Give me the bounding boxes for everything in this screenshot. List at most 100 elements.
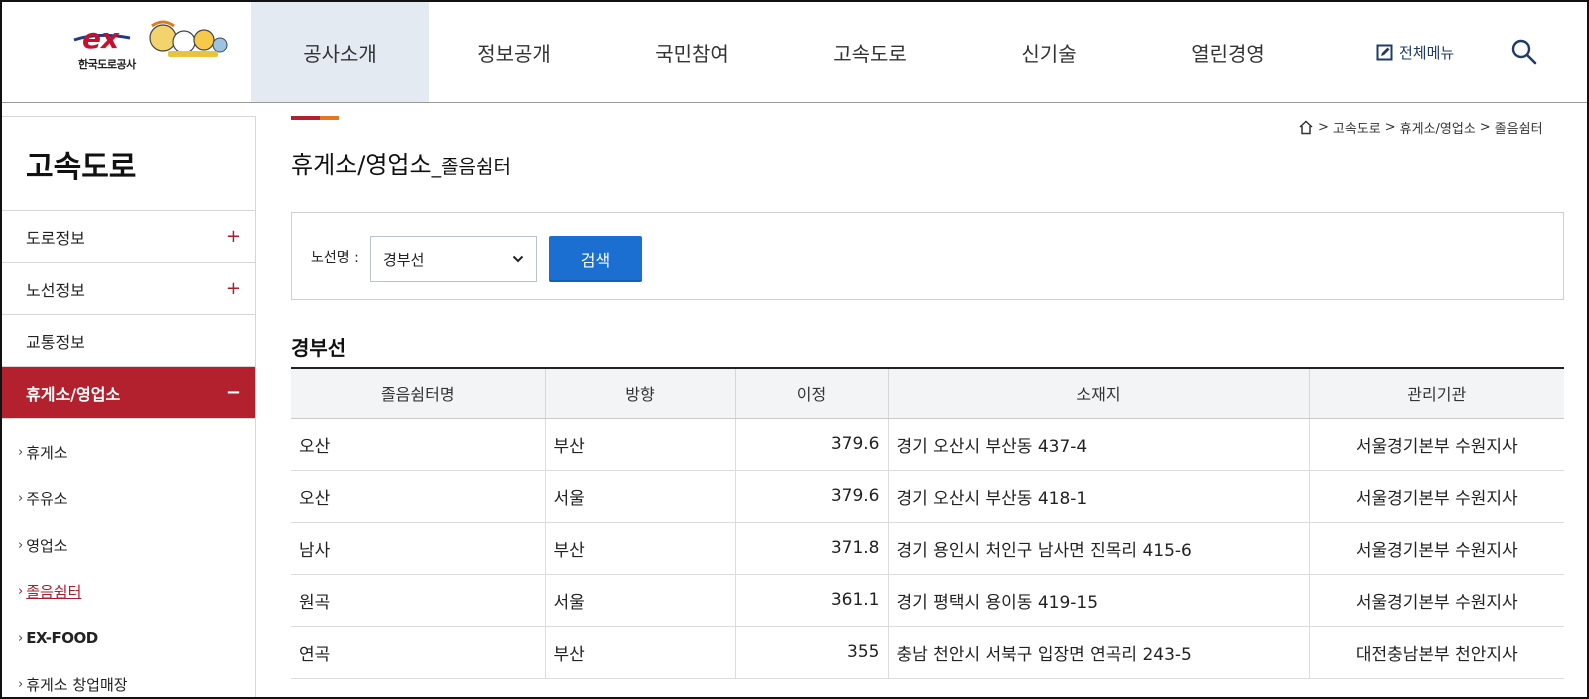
chevron-right-icon: › [18,584,24,600]
cell-name: 남사 [291,522,546,575]
nav-item-new-tech[interactable]: 신기술 [955,2,1143,102]
nav-item-open-management[interactable]: 열린경영 [1143,2,1313,102]
submenu-item-label: 휴게소 창업매장 [26,676,128,695]
submenu-item-label: 영업소 [26,536,68,555]
nav-item-disclosure[interactable]: 정보공개 [429,2,599,102]
cell-direction: 부산 [545,522,736,575]
svg-text:ex: ex [82,22,120,55]
main-nav: 공사소개 정보공개 국민참여 고속도로 신기술 열린경영 [251,2,1313,102]
ex-logo-icon: ex [73,20,228,57]
chevron-right-icon: › [18,444,24,460]
sidebar-title: 고속도로 [2,117,255,211]
breadcrumb-item[interactable]: 고속도로 [1333,118,1381,137]
table-row: 오산 서울 379.6 경기 오산시 부산동 418-1 서울경기본부 수원지사 [291,470,1564,523]
submenu-item-label: 주유소 [26,490,68,509]
cell-address: 경기 용인시 처인구 남사면 진목리 415-6 [888,522,1310,575]
chevron-right-icon: › [18,677,24,693]
site-header: ex 한국도로공사 공사소개 정보공개 국민참여 고속도로 신기술 열린경영 전… [2,2,1587,103]
cell-direction: 서울 [545,574,736,627]
all-menu-button[interactable]: 전체메뉴 [1376,42,1454,63]
cell-agency: 대전충남본부 천안지사 [1309,626,1564,679]
sidebar-item-road-info[interactable]: 도로정보 + [2,211,255,263]
page-title: 휴게소/영업소_졸음쉼터 [291,145,511,180]
column-header: 방향 [545,368,736,419]
cell-name: 오산 [291,470,546,523]
section-title: 경부선 [291,336,347,360]
collapse-minus-icon[interactable]: − [226,382,241,403]
route-select-value: 경부선 [383,250,425,269]
submenu-item-ex-food[interactable]: › EX-FOOD [2,615,255,662]
cell-name: 연곡 [291,626,546,679]
cell-address: 경기 오산시 부산동 418-1 [888,470,1310,523]
submenu-item-startup-store[interactable]: › 휴게소 창업매장 [2,662,255,698]
nav-item-expressway[interactable]: 고속도로 [785,2,955,102]
cell-distance: 361.1 [735,574,889,627]
table-row: 남사 부산 371.8 경기 용인시 처인구 남사면 진목리 415-6 서울경… [291,522,1564,575]
sidebar-item-label: 교통정보 [26,332,85,352]
submenu-item-label: 휴게소 [26,443,68,462]
expand-plus-icon[interactable]: + [226,278,241,299]
sidebar-item-label: 휴게소/영업소 [26,384,121,404]
home-icon[interactable] [1298,120,1314,135]
cell-distance: 355 [735,626,889,679]
table-header-row: 졸음쉼터명 방향 이정 소재지 관리기관 [291,368,1564,419]
sidebar-item-label: 노선정보 [26,280,85,300]
sidebar-item-label: 도로정보 [26,228,85,248]
sidebar-item-traffic-info[interactable]: 교통정보 [2,315,255,367]
breadcrumb: > 고속도로 > 휴게소/영업소 > 졸음쉼터 [1298,118,1543,137]
breadcrumb-item[interactable]: 휴게소/영업소 [1400,118,1476,137]
cell-agency: 서울경기본부 수원지사 [1309,574,1564,627]
cell-agency: 서울경기본부 수원지사 [1309,522,1564,575]
sidebar-menu: 도로정보 + 노선정보 + 교통정보 휴게소/영업소 − [2,211,255,419]
column-header: 졸음쉼터명 [291,368,546,419]
cell-agency: 서울경기본부 수원지사 [1309,470,1564,523]
breadcrumb-separator: > [1318,120,1329,135]
cell-name: 원곡 [291,574,546,627]
sidebar-item-route-info[interactable]: 노선정보 + [2,263,255,315]
submenu-item-rest-stop[interactable]: › 휴게소 [2,429,255,476]
cell-name: 오산 [291,418,546,471]
breadcrumb-item-current[interactable]: 졸음쉼터 [1495,118,1543,137]
cell-distance: 379.6 [735,470,889,523]
breadcrumb-separator: > [1479,120,1491,135]
search-icon [1511,39,1537,65]
chevron-right-icon: › [18,491,24,507]
site-logo[interactable]: ex 한국도로공사 [68,18,232,78]
search-submit-button[interactable]: 검색 [549,236,642,282]
column-header: 관리기관 [1309,368,1564,419]
page-frame: ex 한국도로공사 공사소개 정보공개 국민참여 고속도로 신기술 열린경영 전… [0,0,1589,699]
table-row: 오산 부산 379.6 경기 오산시 부산동 437-4 서울경기본부 수원지사 [291,418,1564,471]
chevron-right-icon: › [18,537,24,553]
column-header: 이정 [735,368,889,419]
search-button[interactable] [1510,38,1538,66]
sidebar: 고속도로 도로정보 + 노선정보 + 교통정보 휴게소/영업소 − › 휴게소 [2,116,256,698]
submenu-item-label: EX-FOOD [26,629,98,648]
table-row: 연곡 부산 355 충남 천안시 서북구 입장면 연곡리 243-5 대전충남본… [291,626,1564,679]
chevron-right-icon: › [18,630,24,646]
column-header: 소재지 [888,368,1310,419]
logo-text: 한국도로공사 [78,58,136,71]
route-select[interactable]: 경부선 [370,236,537,282]
submenu-item-tollgate[interactable]: › 영업소 [2,522,255,569]
expand-plus-icon[interactable]: + [226,226,241,247]
nav-item-participation[interactable]: 국민참여 [599,2,785,102]
sidebar-item-rest-area[interactable]: 휴게소/영업소 − [2,367,255,419]
cell-distance: 371.8 [735,522,889,575]
shelter-table: 졸음쉼터명 방향 이정 소재지 관리기관 오산 부산 379.6 경기 오산시 … [291,367,1564,679]
cell-address: 경기 오산시 부산동 437-4 [888,418,1310,471]
chevron-down-icon [512,255,524,263]
submenu-item-gas-station[interactable]: › 주유소 [2,476,255,523]
cell-address: 충남 천안시 서북구 입장면 연곡리 243-5 [888,626,1310,679]
table-row: 원곡 서울 361.1 경기 평택시 용이동 419-15 서울경기본부 수원지… [291,574,1564,627]
submenu-item-drowsy-shelter[interactable]: › 졸음쉼터 [2,569,255,616]
submenu-item-label: 졸음쉼터 [26,583,82,602]
search-panel: 노선명 : 경부선 검색 [291,212,1564,300]
cell-direction: 부산 [545,626,736,679]
sidebar-submenu: › 휴게소 › 주유소 › 영업소 › 졸음쉼터 › EX-FOOD › 휴게소… [2,419,255,698]
cell-direction: 부산 [545,418,736,471]
all-menu-label: 전체메뉴 [1399,44,1455,62]
page-title-main: 휴게소/영업소 [291,151,432,179]
route-label: 노선명 : [311,250,359,266]
cell-distance: 379.6 [735,418,889,471]
nav-item-company[interactable]: 공사소개 [251,2,429,102]
